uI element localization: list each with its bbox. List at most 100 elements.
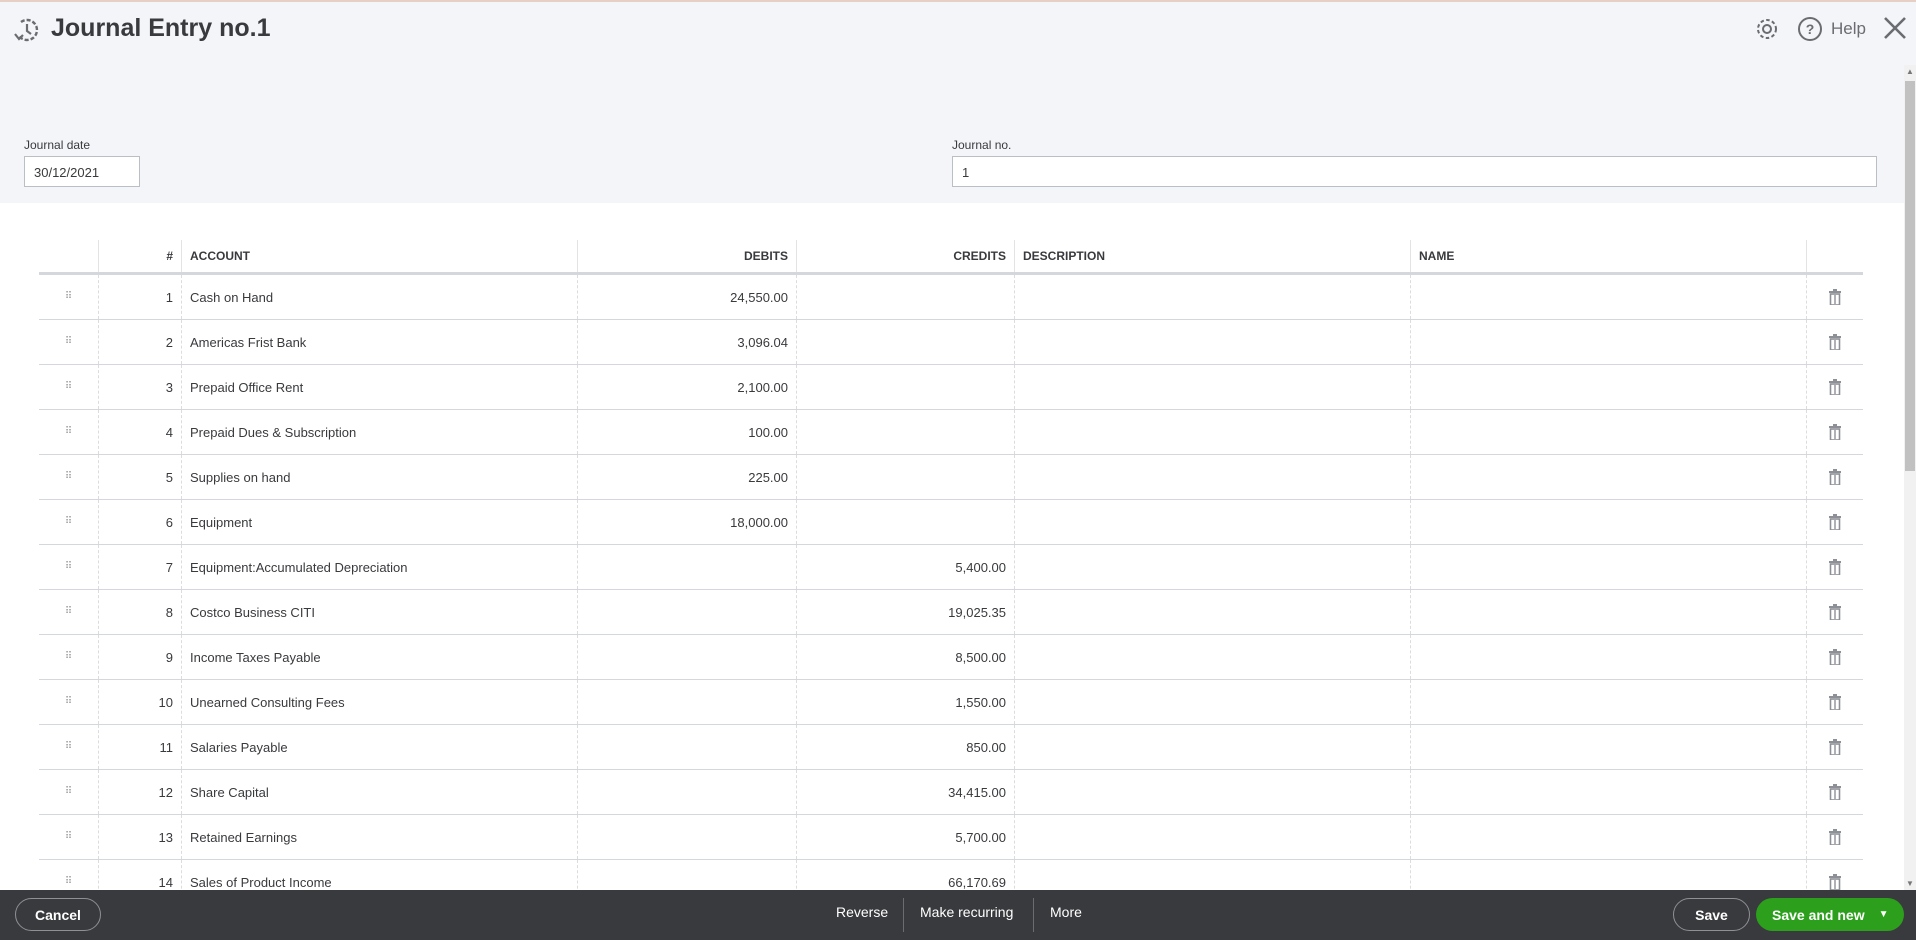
delete-line-button[interactable] xyxy=(1806,725,1863,769)
delete-line-button[interactable] xyxy=(1806,410,1863,454)
credit-cell[interactable]: 850.00 xyxy=(796,725,1014,769)
description-cell[interactable] xyxy=(1014,815,1410,859)
drag-handle-icon[interactable]: ⠿ xyxy=(39,590,98,634)
debit-cell[interactable] xyxy=(577,680,796,724)
description-cell[interactable] xyxy=(1014,365,1410,409)
debit-cell[interactable] xyxy=(577,545,796,589)
debit-cell[interactable] xyxy=(577,815,796,859)
drag-handle-icon[interactable]: ⠿ xyxy=(39,320,98,364)
make-recurring-link[interactable]: Make recurring xyxy=(920,904,1013,920)
account-cell[interactable]: Retained Earnings xyxy=(181,815,577,859)
table-row[interactable]: ⠿ 12 Share Capital 34,415.00 xyxy=(39,770,1863,815)
account-cell[interactable]: Cash on Hand xyxy=(181,275,577,319)
debit-cell[interactable]: 100.00 xyxy=(577,410,796,454)
drag-handle-icon[interactable]: ⠿ xyxy=(39,635,98,679)
credit-cell[interactable] xyxy=(796,500,1014,544)
debit-cell[interactable]: 18,000.00 xyxy=(577,500,796,544)
description-cell[interactable] xyxy=(1014,590,1410,634)
description-cell[interactable] xyxy=(1014,545,1410,589)
drag-handle-icon[interactable]: ⠿ xyxy=(39,500,98,544)
table-row[interactable]: ⠿ 13 Retained Earnings 5,700.00 xyxy=(39,815,1863,860)
scroll-down-icon[interactable]: ▼ xyxy=(1906,879,1914,888)
drag-handle-icon[interactable]: ⠿ xyxy=(39,275,98,319)
delete-line-button[interactable] xyxy=(1806,635,1863,679)
table-row[interactable]: ⠿ 6 Equipment 18,000.00 xyxy=(39,500,1863,545)
chevron-down-icon[interactable]: ▼ xyxy=(1879,909,1889,920)
delete-line-button[interactable] xyxy=(1806,500,1863,544)
account-cell[interactable]: Prepaid Dues & Subscription xyxy=(181,410,577,454)
delete-line-button[interactable] xyxy=(1806,275,1863,319)
drag-handle-icon[interactable]: ⠿ xyxy=(39,770,98,814)
drag-handle-icon[interactable]: ⠿ xyxy=(39,365,98,409)
account-cell[interactable]: Costco Business CITI xyxy=(181,590,577,634)
delete-line-button[interactable] xyxy=(1806,680,1863,724)
reverse-link[interactable]: Reverse xyxy=(836,904,888,920)
credit-cell[interactable]: 34,415.00 xyxy=(796,770,1014,814)
account-cell[interactable]: Supplies on hand xyxy=(181,455,577,499)
credit-cell[interactable] xyxy=(796,365,1014,409)
description-cell[interactable] xyxy=(1014,455,1410,499)
description-cell[interactable] xyxy=(1014,410,1410,454)
debit-cell[interactable]: 2,100.00 xyxy=(577,365,796,409)
table-row[interactable]: ⠿ 10 Unearned Consulting Fees 1,550.00 xyxy=(39,680,1863,725)
cancel-button[interactable]: Cancel xyxy=(15,898,101,931)
name-cell[interactable] xyxy=(1410,770,1806,814)
name-cell[interactable] xyxy=(1410,635,1806,679)
help-link[interactable]: Help xyxy=(1831,19,1866,39)
delete-line-button[interactable] xyxy=(1806,545,1863,589)
name-cell[interactable] xyxy=(1410,455,1806,499)
name-cell[interactable] xyxy=(1410,545,1806,589)
credit-cell[interactable]: 1,550.00 xyxy=(796,680,1014,724)
debit-cell[interactable]: 24,550.00 xyxy=(577,275,796,319)
debit-cell[interactable] xyxy=(577,770,796,814)
account-cell[interactable]: Share Capital xyxy=(181,770,577,814)
table-row[interactable]: ⠿ 4 Prepaid Dues & Subscription 100.00 xyxy=(39,410,1863,455)
table-row[interactable]: ⠿ 7 Equipment:Accumulated Depreciation 5… xyxy=(39,545,1863,590)
save-and-new-label[interactable]: Save and new xyxy=(1772,907,1865,923)
drag-handle-icon[interactable]: ⠿ xyxy=(39,455,98,499)
name-cell[interactable] xyxy=(1410,365,1806,409)
name-cell[interactable] xyxy=(1410,320,1806,364)
account-cell[interactable]: Prepaid Office Rent xyxy=(181,365,577,409)
drag-handle-icon[interactable]: ⠿ xyxy=(39,725,98,769)
drag-handle-icon[interactable]: ⠿ xyxy=(39,680,98,724)
credit-cell[interactable]: 5,700.00 xyxy=(796,815,1014,859)
name-cell[interactable] xyxy=(1410,410,1806,454)
delete-line-button[interactable] xyxy=(1806,320,1863,364)
table-row[interactable]: ⠿ 8 Costco Business CITI 19,025.35 xyxy=(39,590,1863,635)
description-cell[interactable] xyxy=(1014,680,1410,724)
save-and-new-button[interactable]: Save and new ▼ xyxy=(1756,898,1904,931)
close-icon[interactable] xyxy=(1882,14,1908,42)
table-row[interactable]: ⠿ 5 Supplies on hand 225.00 xyxy=(39,455,1863,500)
debit-cell[interactable] xyxy=(577,635,796,679)
credit-cell[interactable] xyxy=(796,410,1014,454)
recent-history-icon[interactable] xyxy=(13,16,41,44)
credit-cell[interactable]: 8,500.00 xyxy=(796,635,1014,679)
description-cell[interactable] xyxy=(1014,275,1410,319)
description-cell[interactable] xyxy=(1014,500,1410,544)
delete-line-button[interactable] xyxy=(1806,815,1863,859)
name-cell[interactable] xyxy=(1410,680,1806,724)
table-row[interactable]: ⠿ 11 Salaries Payable 850.00 xyxy=(39,725,1863,770)
help-icon[interactable]: ? xyxy=(1797,16,1823,42)
debit-cell[interactable] xyxy=(577,590,796,634)
delete-line-button[interactable] xyxy=(1806,770,1863,814)
name-cell[interactable] xyxy=(1410,815,1806,859)
description-cell[interactable] xyxy=(1014,320,1410,364)
credit-cell[interactable] xyxy=(796,275,1014,319)
journal-no-input[interactable]: 1 xyxy=(952,156,1877,187)
name-cell[interactable] xyxy=(1410,590,1806,634)
account-cell[interactable]: Salaries Payable xyxy=(181,725,577,769)
credit-cell[interactable] xyxy=(796,455,1014,499)
save-button[interactable]: Save xyxy=(1673,898,1750,931)
description-cell[interactable] xyxy=(1014,770,1410,814)
account-cell[interactable]: Unearned Consulting Fees xyxy=(181,680,577,724)
drag-handle-icon[interactable]: ⠿ xyxy=(39,815,98,859)
drag-handle-icon[interactable]: ⠿ xyxy=(39,545,98,589)
debit-cell[interactable]: 3,096.04 xyxy=(577,320,796,364)
table-row[interactable]: ⠿ 1 Cash on Hand 24,550.00 xyxy=(39,275,1863,320)
name-cell[interactable] xyxy=(1410,500,1806,544)
scroll-up-icon[interactable]: ▲ xyxy=(1906,67,1914,76)
account-cell[interactable]: Equipment xyxy=(181,500,577,544)
table-row[interactable]: ⠿ 3 Prepaid Office Rent 2,100.00 xyxy=(39,365,1863,410)
